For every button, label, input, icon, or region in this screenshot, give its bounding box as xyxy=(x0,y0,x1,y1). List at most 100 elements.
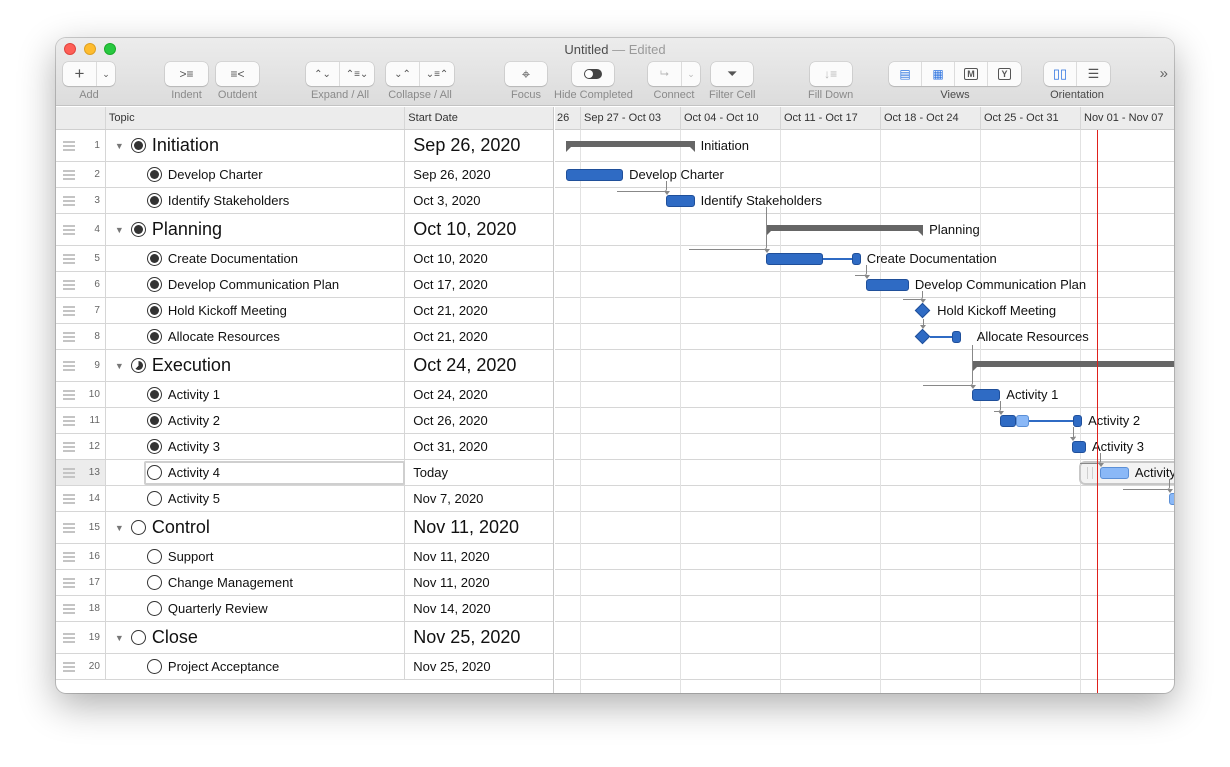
start-date-cell[interactable]: Nov 14, 2020 xyxy=(405,596,553,621)
outline-group-row[interactable]: 9 ▼ Execution Oct 24, 2020 xyxy=(56,350,553,382)
status-checkbox-icon[interactable] xyxy=(146,601,162,616)
status-checkbox-icon[interactable] xyxy=(146,439,162,454)
expand-button[interactable]: ⌃⌄ xyxy=(306,62,340,86)
disclosure-triangle-icon[interactable]: ▼ xyxy=(115,361,124,371)
summary-bar[interactable] xyxy=(766,225,924,236)
start-date-cell[interactable]: Sep 26, 2020 xyxy=(405,162,553,187)
add-menu-button[interactable]: ⌄ xyxy=(97,62,115,86)
disclosure-triangle-icon[interactable]: ▼ xyxy=(115,141,124,151)
start-date-cell[interactable]: Oct 10, 2020 xyxy=(405,214,553,245)
status-checkbox-icon[interactable] xyxy=(146,549,162,564)
orientation-horizontal-button[interactable]: ☰ xyxy=(1077,62,1110,86)
summary-bar[interactable] xyxy=(971,361,1174,372)
task-bar[interactable] xyxy=(766,253,824,265)
orientation-vertical-button[interactable]: ▯▯ xyxy=(1044,62,1077,86)
topic-cell[interactable]: Identify Stakeholders xyxy=(106,188,406,213)
outline-task-row[interactable]: 18 Quarterly Review Nov 14, 2020 xyxy=(56,596,553,622)
task-bar-remaining[interactable] xyxy=(1016,415,1029,427)
status-checkbox-icon[interactable] xyxy=(146,465,162,480)
topic-cell[interactable]: ▼ Execution xyxy=(106,350,406,381)
start-date-cell[interactable]: Today xyxy=(405,460,553,485)
collapse-button[interactable]: ⌄⌃ xyxy=(386,62,420,86)
drag-handle-icon[interactable] xyxy=(63,414,75,428)
task-bar-completed[interactable] xyxy=(1000,415,1016,427)
topic-cell[interactable]: Activity 4 xyxy=(106,460,406,485)
drag-grip-icon[interactable] xyxy=(1087,467,1094,479)
topic-cell[interactable]: Change Management xyxy=(106,570,406,595)
status-checkbox-icon[interactable] xyxy=(146,413,162,428)
outline-task-row[interactable]: 6 Develop Communication Plan Oct 17, 2020 xyxy=(56,272,553,298)
drag-handle-icon[interactable] xyxy=(63,252,75,266)
topic-cell[interactable]: Activity 5 xyxy=(106,486,406,511)
topic-cell[interactable]: ▼ Close xyxy=(106,622,406,653)
topic-cell[interactable]: Allocate Resources xyxy=(106,324,406,349)
outline-task-row[interactable]: 10 Activity 1 Oct 24, 2020 xyxy=(56,382,553,408)
drag-handle-icon[interactable] xyxy=(63,631,75,645)
outline-task-row[interactable]: 12 Activity 3 Oct 31, 2020 xyxy=(56,434,553,460)
connect-menu-button[interactable]: ⌄ xyxy=(682,62,700,86)
slack-endcap[interactable] xyxy=(851,253,861,265)
task-bar[interactable] xyxy=(566,169,624,181)
drag-handle-icon[interactable] xyxy=(63,278,75,292)
row-handle[interactable]: 1 xyxy=(56,130,106,161)
outdent-button[interactable]: ≡< xyxy=(216,62,259,86)
start-date-cell[interactable]: Oct 3, 2020 xyxy=(405,188,553,213)
status-checkbox-icon[interactable] xyxy=(146,491,162,506)
status-checkbox-icon[interactable] xyxy=(146,167,162,182)
drag-handle-icon[interactable] xyxy=(63,466,75,480)
row-handle[interactable]: 19 xyxy=(56,622,106,653)
start-date-cell[interactable]: Sep 26, 2020 xyxy=(405,130,553,161)
summary-bar[interactable] xyxy=(566,141,695,152)
row-handle[interactable]: 9 xyxy=(56,350,106,381)
start-date-cell[interactable]: Oct 31, 2020 xyxy=(405,434,553,459)
row-handle[interactable]: 13 xyxy=(56,460,106,485)
status-checkbox-icon[interactable] xyxy=(146,193,162,208)
outline-task-row[interactable]: 3 Identify Stakeholders Oct 3, 2020 xyxy=(56,188,553,214)
drag-handle-icon[interactable] xyxy=(63,168,75,182)
view-month-button[interactable]: M xyxy=(955,62,988,86)
connect-button[interactable]: ⮡ xyxy=(648,62,682,86)
drag-handle-icon[interactable] xyxy=(63,139,75,153)
row-handle[interactable]: 8 xyxy=(56,324,106,349)
focus-button[interactable]: ⌖ xyxy=(505,62,547,86)
status-checkbox-icon[interactable] xyxy=(146,575,162,590)
row-handle[interactable]: 7 xyxy=(56,298,106,323)
row-handle[interactable]: 11 xyxy=(56,408,106,433)
drag-handle-icon[interactable] xyxy=(63,576,75,590)
outline-group-row[interactable]: 1 ▼ Initiation Sep 26, 2020 xyxy=(56,130,553,162)
start-date-cell[interactable]: Oct 21, 2020 xyxy=(405,298,553,323)
start-date-cell[interactable]: Oct 17, 2020 xyxy=(405,272,553,297)
drag-handle-icon[interactable] xyxy=(63,521,75,535)
slack-endcap[interactable] xyxy=(1073,415,1083,427)
drag-handle-icon[interactable] xyxy=(63,660,75,674)
dependency-connector[interactable] xyxy=(617,181,667,192)
topic-cell[interactable]: Project Acceptance xyxy=(106,654,406,679)
drag-handle-icon[interactable] xyxy=(63,440,75,454)
row-handle[interactable]: 4 xyxy=(56,214,106,245)
start-date-cell[interactable]: Nov 7, 2020 xyxy=(405,486,553,511)
view-gantt-button[interactable]: ▦ xyxy=(922,62,955,86)
view-outline-button[interactable]: ▤ xyxy=(889,62,922,86)
outline-task-row[interactable]: 13 Activity 4 Today xyxy=(56,460,553,486)
collapse-all-button[interactable]: ⌄≡⌃ xyxy=(420,62,454,86)
status-checkbox-icon[interactable] xyxy=(146,387,162,402)
row-handle[interactable]: 20 xyxy=(56,654,106,679)
start-date-cell[interactable]: Nov 11, 2020 xyxy=(405,544,553,569)
start-date-cell[interactable]: Nov 25, 2020 xyxy=(405,622,553,653)
outline-task-row[interactable]: 16 Support Nov 11, 2020 xyxy=(56,544,553,570)
task-bar[interactable] xyxy=(971,389,1001,401)
dependency-connector[interactable] xyxy=(923,345,973,386)
status-checkbox-icon[interactable] xyxy=(146,329,162,344)
start-date-cell[interactable]: Oct 24, 2020 xyxy=(405,350,553,381)
outline-task-row[interactable]: 2 Develop Charter Sep 26, 2020 xyxy=(56,162,553,188)
disclosure-triangle-icon[interactable]: ▼ xyxy=(115,633,124,643)
drag-handle-icon[interactable] xyxy=(63,359,75,373)
row-handle[interactable]: 17 xyxy=(56,570,106,595)
outline-group-row[interactable]: 19 ▼ Close Nov 25, 2020 xyxy=(56,622,553,654)
outline-task-row[interactable]: 7 Hold Kickoff Meeting Oct 21, 2020 xyxy=(56,298,553,324)
status-checkbox-icon[interactable] xyxy=(130,358,146,373)
expand-all-button[interactable]: ⌃≡⌄ xyxy=(340,62,374,86)
topic-cell[interactable]: Hold Kickoff Meeting xyxy=(106,298,406,323)
status-checkbox-icon[interactable] xyxy=(146,277,162,292)
outline-task-row[interactable]: 8 Allocate Resources Oct 21, 2020 xyxy=(56,324,553,350)
